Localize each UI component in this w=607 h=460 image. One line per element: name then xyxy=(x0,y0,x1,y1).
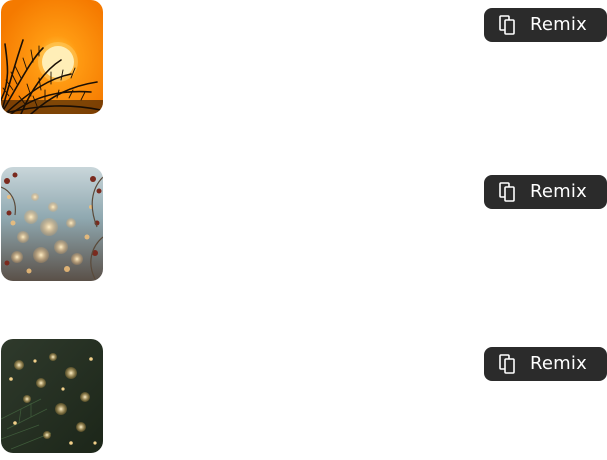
list-item: Remix xyxy=(0,339,607,454)
remix-button-label: Remix xyxy=(530,181,587,202)
pine-lights-thumbnail[interactable] xyxy=(1,339,103,453)
remix-button-label: Remix xyxy=(530,14,587,35)
copy-layers-icon xyxy=(499,182,515,202)
list-item: Remix xyxy=(0,0,607,115)
sunset-palm-image xyxy=(1,0,103,114)
pine-lights-image xyxy=(1,339,103,453)
copy-layers-icon xyxy=(499,15,515,35)
copy-layers-icon xyxy=(499,354,515,374)
winter-bokeh-image xyxy=(1,167,103,281)
sunset-palm-thumbnail[interactable] xyxy=(1,0,103,114)
remix-button[interactable]: Remix xyxy=(484,347,607,381)
remix-button[interactable]: Remix xyxy=(484,8,607,42)
remix-button-label: Remix xyxy=(530,353,587,374)
winter-bokeh-thumbnail[interactable] xyxy=(1,167,103,281)
remix-button[interactable]: Remix xyxy=(484,175,607,209)
list-item: Remix xyxy=(0,167,607,282)
